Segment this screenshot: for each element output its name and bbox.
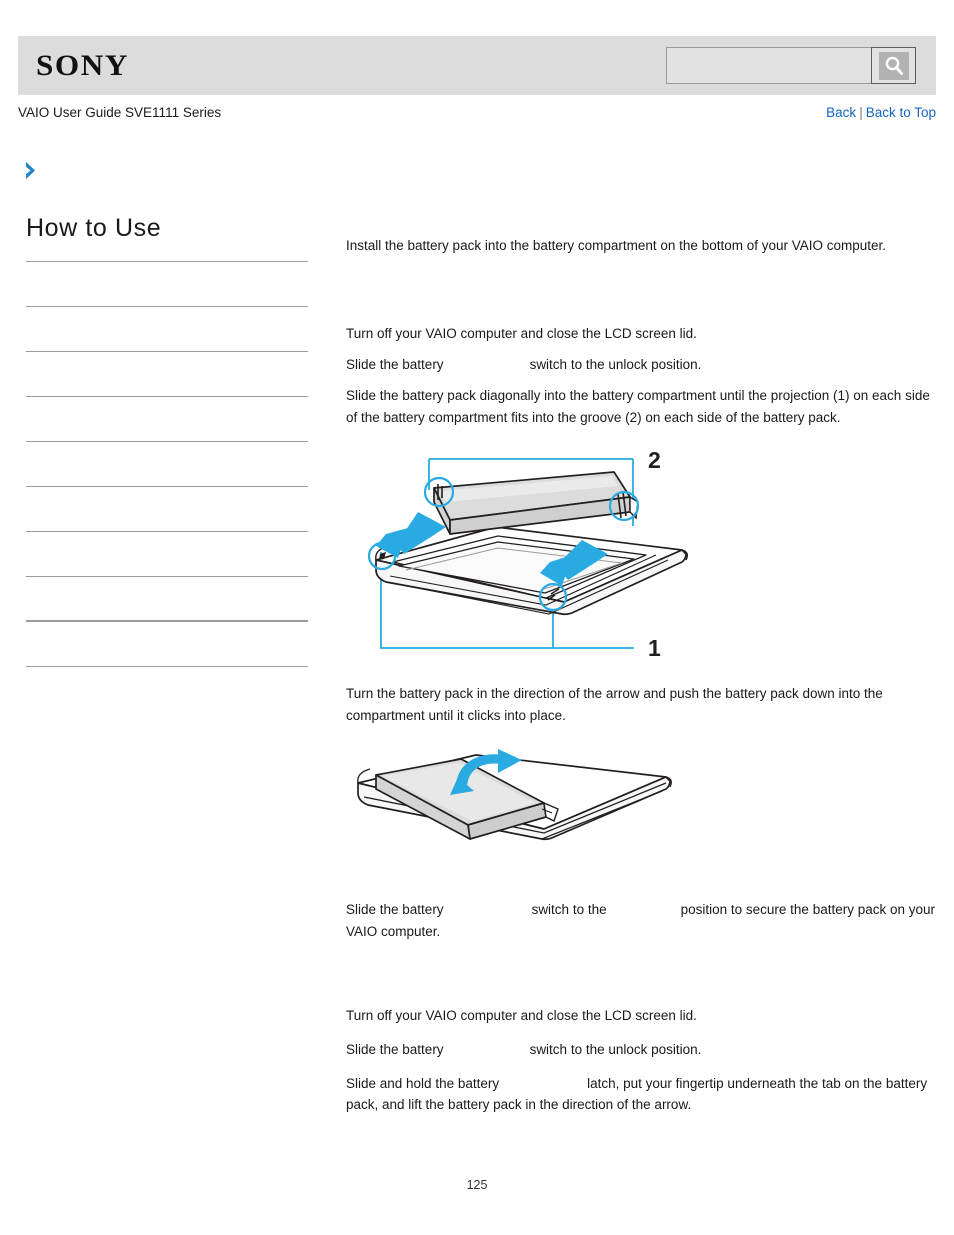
search-input[interactable] (666, 47, 871, 84)
callout-label-2: 2 (648, 447, 661, 473)
battery-lock-switch-image (444, 359, 530, 371)
battery-release-latch-image (499, 1078, 587, 1090)
install-step-2: Slide the battery pack diagonally into t… (346, 385, 936, 429)
step-text: switch to the unlock position. (529, 356, 702, 372)
search-area (666, 47, 916, 84)
step-text: switch to the (531, 902, 607, 918)
step-text: switch to the unlock position. (529, 1041, 702, 1057)
step-text: Slide and hold the battery (346, 1075, 500, 1091)
sidebar-navigation: How to Use (26, 214, 308, 667)
search-button[interactable] (871, 47, 916, 84)
battery-insert-diagram: 2 1 (346, 442, 936, 669)
chevron-right-icon (24, 161, 39, 185)
guide-subheader: VAIO User Guide SVE1111 Series Back | Back… (18, 100, 936, 124)
back-link[interactable]: Back (826, 105, 856, 120)
removal-steps-list: Turn off your VAIO computer and close th… (346, 1005, 936, 1116)
battery-lock-switch-image (444, 905, 532, 917)
main-content: Install the battery pack into the batter… (346, 236, 936, 1125)
sidebar-item-4[interactable] (26, 442, 308, 487)
step-text: Slide the battery (346, 902, 444, 918)
step-text: Turn off your VAIO computer and close th… (346, 1007, 697, 1023)
sidebar-title: How to Use (26, 214, 162, 242)
sidebar-item-3[interactable] (26, 397, 308, 442)
step-turn-paragraph: Turn the battery pack in the direction o… (346, 686, 883, 724)
lock-position-image (607, 905, 681, 917)
step-text: Slide the battery pack diagonally into t… (346, 387, 930, 425)
back-to-top-link[interactable]: Back to Top (866, 105, 936, 120)
battery-rotate-diagram (346, 747, 936, 877)
removal-step-1: Slide the battery switch to the unlock po… (346, 1039, 936, 1061)
breadcrumb (24, 160, 47, 186)
install-step-0: Turn off your VAIO computer and close th… (346, 323, 936, 345)
sidebar-item-6[interactable] (26, 532, 308, 577)
guide-title: VAIO User Guide SVE1111 Series (18, 104, 222, 120)
sidebar-item-0[interactable] (26, 262, 308, 307)
intro-paragraph: Install the battery pack into the batter… (346, 238, 887, 253)
sidebar-item-2[interactable] (26, 352, 308, 397)
step-text: Slide the battery (346, 1041, 444, 1057)
sidebar-item-1[interactable] (26, 307, 308, 352)
step-text: Turn off your VAIO computer and close th… (346, 325, 697, 341)
header-nav-links: Back | Back to Top (826, 105, 936, 120)
nav-separator: | (859, 104, 863, 120)
sony-logo: SONY (36, 48, 129, 82)
battery-lock-switch-image (444, 1044, 530, 1056)
sidebar-item-5[interactable] (26, 487, 308, 532)
step-text: Slide the battery (346, 356, 444, 372)
removal-step-0: Turn off your VAIO computer and close th… (346, 1005, 936, 1027)
sidebar-item-7[interactable] (26, 577, 308, 622)
page-number: 125 (466, 1178, 488, 1192)
removal-step-2: Slide and hold the battery latch, put you… (346, 1073, 936, 1117)
magnifier-icon (878, 51, 909, 80)
install-steps-list: Turn off your VAIO computer and close th… (346, 323, 936, 428)
callout-label-1: 1 (648, 635, 661, 661)
step-secure-paragraph: Slide the battery switch to the position t… (346, 899, 936, 943)
install-step-1: Slide the battery switch to the unlock po… (346, 354, 936, 376)
sidebar-item-8[interactable] (26, 622, 308, 667)
site-header: SONY (18, 36, 936, 95)
